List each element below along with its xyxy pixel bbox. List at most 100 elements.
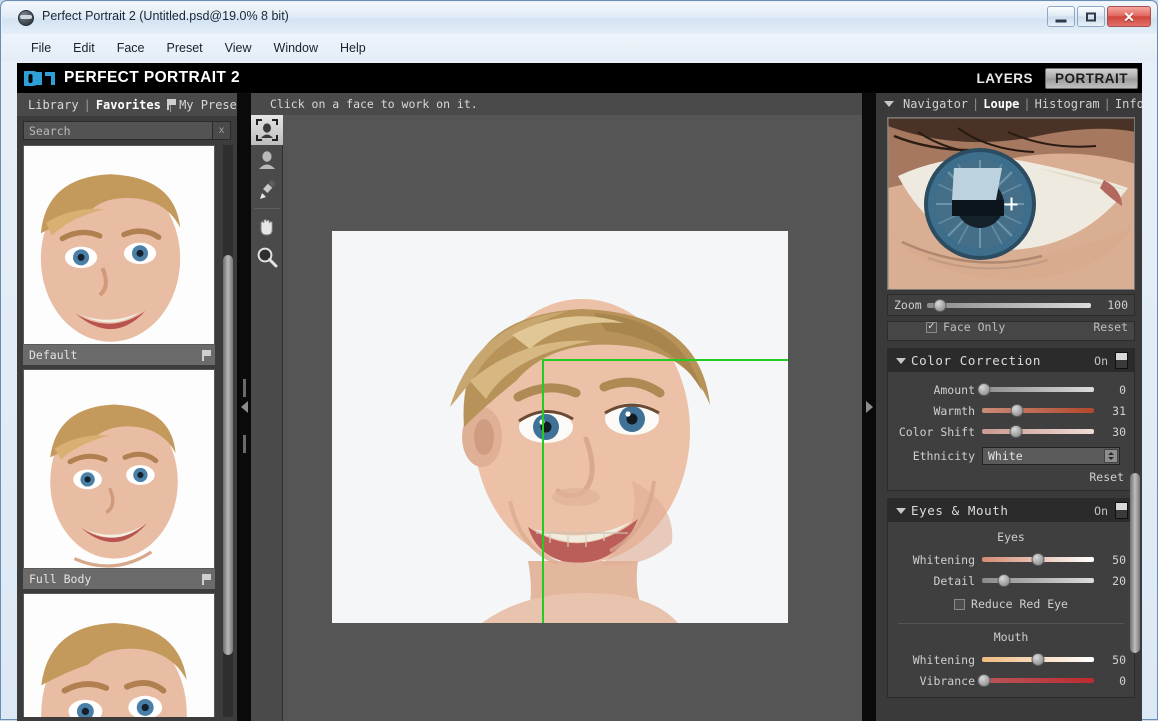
hand-tool[interactable] bbox=[251, 212, 283, 242]
close-button[interactable]: ✕ bbox=[1107, 6, 1151, 27]
canvas-viewport[interactable] bbox=[283, 115, 862, 721]
zoom-tool[interactable] bbox=[251, 242, 283, 272]
reset-link[interactable]: Reset bbox=[1093, 322, 1128, 334]
preset-flag-icon[interactable] bbox=[202, 349, 211, 361]
handle-grip bbox=[242, 435, 246, 453]
slider-knob[interactable] bbox=[1031, 653, 1045, 666]
reduce-red-eye-row[interactable]: Reduce Red Eye bbox=[896, 591, 1126, 617]
loupe-preview[interactable] bbox=[887, 117, 1135, 290]
section-header[interactable]: Color Correction On bbox=[888, 349, 1134, 372]
inspector-scrollbar-thumb[interactable] bbox=[1130, 473, 1140, 653]
preset-label-row: Default bbox=[23, 345, 215, 365]
color-shift-slider[interactable] bbox=[982, 425, 1094, 438]
slider-knob[interactable] bbox=[997, 574, 1011, 587]
slider-knob[interactable] bbox=[933, 298, 947, 312]
vibrance-slider[interactable] bbox=[977, 674, 1094, 687]
amount-slider[interactable] bbox=[977, 383, 1094, 396]
search-row: x bbox=[23, 121, 231, 140]
slider-knob[interactable] bbox=[1009, 425, 1023, 438]
menu-item-help[interactable]: Help bbox=[329, 38, 377, 58]
portrait-photo[interactable] bbox=[332, 231, 788, 623]
slider-track bbox=[926, 302, 1091, 308]
menu-item-file[interactable]: File bbox=[20, 38, 62, 58]
section-header[interactable]: Eyes & Mouth On bbox=[888, 499, 1134, 522]
face-detect-tool[interactable] bbox=[251, 115, 283, 145]
section-toggle[interactable] bbox=[1115, 352, 1128, 369]
tab-navigator[interactable]: Navigator bbox=[903, 97, 968, 111]
mouth-whitening-slider[interactable] bbox=[982, 653, 1094, 666]
slider-row-mouth-whitening: Whitening 50 bbox=[896, 649, 1126, 670]
section-toggle[interactable] bbox=[1115, 502, 1128, 519]
warmth-slider[interactable] bbox=[982, 404, 1094, 417]
list-item[interactable] bbox=[23, 593, 215, 717]
face-only-checkbox[interactable] bbox=[926, 322, 937, 333]
presets-scrollbar[interactable] bbox=[223, 145, 233, 717]
slider-label: Detail bbox=[933, 573, 975, 588]
chevron-down-icon[interactable] bbox=[884, 101, 894, 107]
tool-divider bbox=[254, 208, 280, 209]
ethnicity-row: Ethnicity White bbox=[896, 445, 1126, 467]
eye-detail-slider[interactable] bbox=[982, 574, 1094, 587]
tab-histogram[interactable]: Histogram bbox=[1035, 97, 1100, 111]
slider-value: 50 bbox=[1112, 652, 1126, 667]
eye-whitening-slider[interactable] bbox=[982, 553, 1094, 566]
chevron-down-icon[interactable] bbox=[896, 507, 906, 514]
tab-info[interactable]: Info bbox=[1115, 97, 1142, 111]
zoom-value: 100 bbox=[1107, 298, 1128, 312]
search-clear-icon[interactable]: x bbox=[213, 121, 231, 140]
portrait-mask-tool[interactable] bbox=[251, 145, 283, 175]
loupe-zoom-row: Zoom 100 bbox=[887, 294, 1135, 316]
slider-value: 0 bbox=[1119, 673, 1126, 688]
left-panel-collapse-handle[interactable] bbox=[237, 93, 251, 721]
maximize-button[interactable] bbox=[1077, 6, 1105, 27]
stepper-icon[interactable] bbox=[1104, 449, 1118, 463]
right-panel-collapse-handle[interactable] bbox=[862, 93, 876, 721]
chevron-down-icon[interactable] bbox=[896, 357, 906, 364]
preset-thumbnail bbox=[23, 369, 215, 569]
slider-value: 0 bbox=[1119, 382, 1126, 397]
section-title: Eyes & Mouth bbox=[911, 503, 1009, 518]
slider-knob[interactable] bbox=[977, 674, 991, 687]
menu-item-edit[interactable]: Edit bbox=[62, 38, 106, 58]
tab-library[interactable]: Library bbox=[23, 98, 84, 112]
preset-flag-icon[interactable] bbox=[202, 573, 211, 585]
slider-track bbox=[982, 429, 1094, 434]
slider-row-amount: Amount 0 bbox=[896, 379, 1126, 400]
color-correction-reset[interactable]: Reset bbox=[896, 467, 1126, 484]
reduce-red-eye-checkbox[interactable] bbox=[954, 598, 966, 610]
scrollbar-thumb[interactable] bbox=[223, 255, 233, 655]
slider-knob[interactable] bbox=[977, 383, 991, 396]
tab-favorites[interactable]: Favorites bbox=[91, 98, 166, 112]
brush-tool[interactable] bbox=[251, 175, 283, 205]
face-only-checkbox-group[interactable]: Face Only bbox=[926, 322, 1005, 334]
preset-label-row: Full Body bbox=[23, 569, 215, 589]
section-state: On bbox=[1094, 353, 1108, 368]
tab-loupe[interactable]: Loupe bbox=[983, 97, 1019, 111]
canvas-region: Click on a face to work on it. bbox=[251, 93, 862, 721]
zoom-slider[interactable] bbox=[926, 298, 1091, 312]
list-item[interactable]: Full Body bbox=[23, 369, 215, 589]
menu-item-face[interactable]: Face bbox=[106, 38, 156, 58]
minimize-button[interactable] bbox=[1047, 6, 1075, 27]
slider-knob[interactable] bbox=[1031, 553, 1045, 566]
ethnicity-select[interactable]: White bbox=[982, 447, 1120, 465]
slider-label: Color Shift bbox=[898, 424, 975, 439]
slider-value: 50 bbox=[1112, 552, 1126, 567]
section-color-correction: Color Correction On Amount 0 Warmth 31 C… bbox=[887, 348, 1135, 491]
slider-value: 30 bbox=[1112, 424, 1126, 439]
slider-knob[interactable] bbox=[1010, 404, 1024, 417]
menu-item-preset[interactable]: Preset bbox=[156, 38, 214, 58]
search-input[interactable] bbox=[23, 121, 213, 140]
portrait-button[interactable]: PORTRAIT bbox=[1045, 68, 1138, 89]
inspector-panel: Navigator | Loupe | Histogram | Info Zoo… bbox=[876, 93, 1142, 721]
app-shell: PERFECT PORTRAIT 2 LAYERS PORTRAIT Libra… bbox=[17, 63, 1142, 721]
eyes-group-title: Eyes bbox=[997, 530, 1025, 544]
preset-list[interactable]: Default Full Body bbox=[23, 145, 231, 717]
layers-button[interactable]: LAYERS bbox=[972, 69, 1037, 88]
ethnicity-value: White bbox=[988, 449, 1023, 463]
slider-track bbox=[982, 408, 1094, 413]
menu-item-view[interactable]: View bbox=[214, 38, 263, 58]
list-item[interactable]: Default bbox=[23, 145, 215, 365]
menu-item-window[interactable]: Window bbox=[263, 38, 329, 58]
face-detection-box[interactable] bbox=[542, 359, 788, 623]
